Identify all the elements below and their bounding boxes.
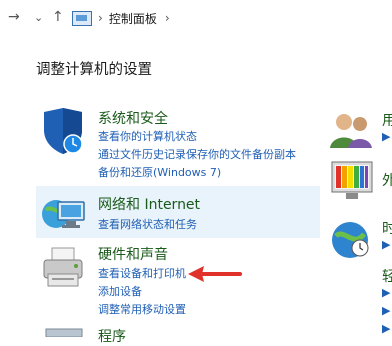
category-title[interactable]: 程序 — [98, 326, 126, 346]
forward-button[interactable]: → — [8, 8, 20, 26]
category-clock-region-title[interactable]: 时 — [382, 218, 392, 238]
up-button[interactable]: ↑ — [52, 8, 64, 26]
link-arrow[interactable]: ▶ — [382, 304, 390, 317]
category-ease-of-access-title[interactable]: 轻 — [382, 266, 392, 286]
breadcrumb-separator[interactable]: › — [98, 11, 103, 25]
user-accounts-icon[interactable] — [330, 110, 374, 150]
shield-icon[interactable] — [40, 106, 86, 156]
category-title[interactable]: 系统和安全 — [98, 108, 168, 128]
category-appearance-title[interactable]: 外 — [382, 170, 392, 190]
link-view-computer-status[interactable]: 查看你的计算机状态 — [98, 128, 197, 144]
link-backup-restore[interactable]: 备份和还原(Windows 7) — [98, 164, 221, 180]
appearance-monitor-icon[interactable] — [330, 160, 374, 202]
link-add-device[interactable]: 添加设备 — [98, 283, 142, 299]
link-devices-printers[interactable]: 查看设备和打印机 — [98, 265, 186, 281]
red-arrow-annotation-icon — [188, 266, 242, 282]
page-title: 调整计算机的设置 — [36, 62, 152, 78]
breadcrumb-control-panel[interactable]: 控制面板 — [109, 10, 157, 27]
breadcrumb-separator[interactable]: › — [165, 11, 170, 25]
link-arrow[interactable]: ▶ — [382, 322, 390, 335]
category-title[interactable]: 网络和 Internet — [98, 194, 200, 214]
control-panel-icon — [72, 10, 92, 26]
programs-icon[interactable] — [44, 326, 84, 337]
category-network-internet[interactable]: 网络和 Internet 查看网络状态和任务 — [36, 186, 320, 238]
clock-globe-icon[interactable] — [330, 218, 374, 262]
recent-locations-button[interactable]: ⌄ — [34, 9, 43, 27]
link-mobility-settings[interactable]: 调整常用移动设置 — [98, 301, 186, 317]
link-arrow[interactable]: ▶ — [382, 286, 390, 299]
link-network-status[interactable]: 查看网络状态和任务 — [98, 216, 197, 232]
link-file-history[interactable]: 通过文件历史记录保存你的文件备份副本 — [98, 146, 296, 162]
address-bar[interactable]: › 控制面板 › — [72, 8, 176, 28]
category-user-accounts-title[interactable]: 用 — [382, 110, 392, 130]
link-arrow[interactable]: ▶ — [382, 130, 390, 143]
link-arrow[interactable]: ▶ — [382, 238, 390, 251]
navigation-bar: → ⌄ ↑ › 控制面板 › — [0, 0, 392, 36]
category-title[interactable]: 硬件和声音 — [98, 244, 168, 264]
network-globe-icon — [42, 200, 85, 228]
printer-icon[interactable] — [40, 244, 88, 294]
